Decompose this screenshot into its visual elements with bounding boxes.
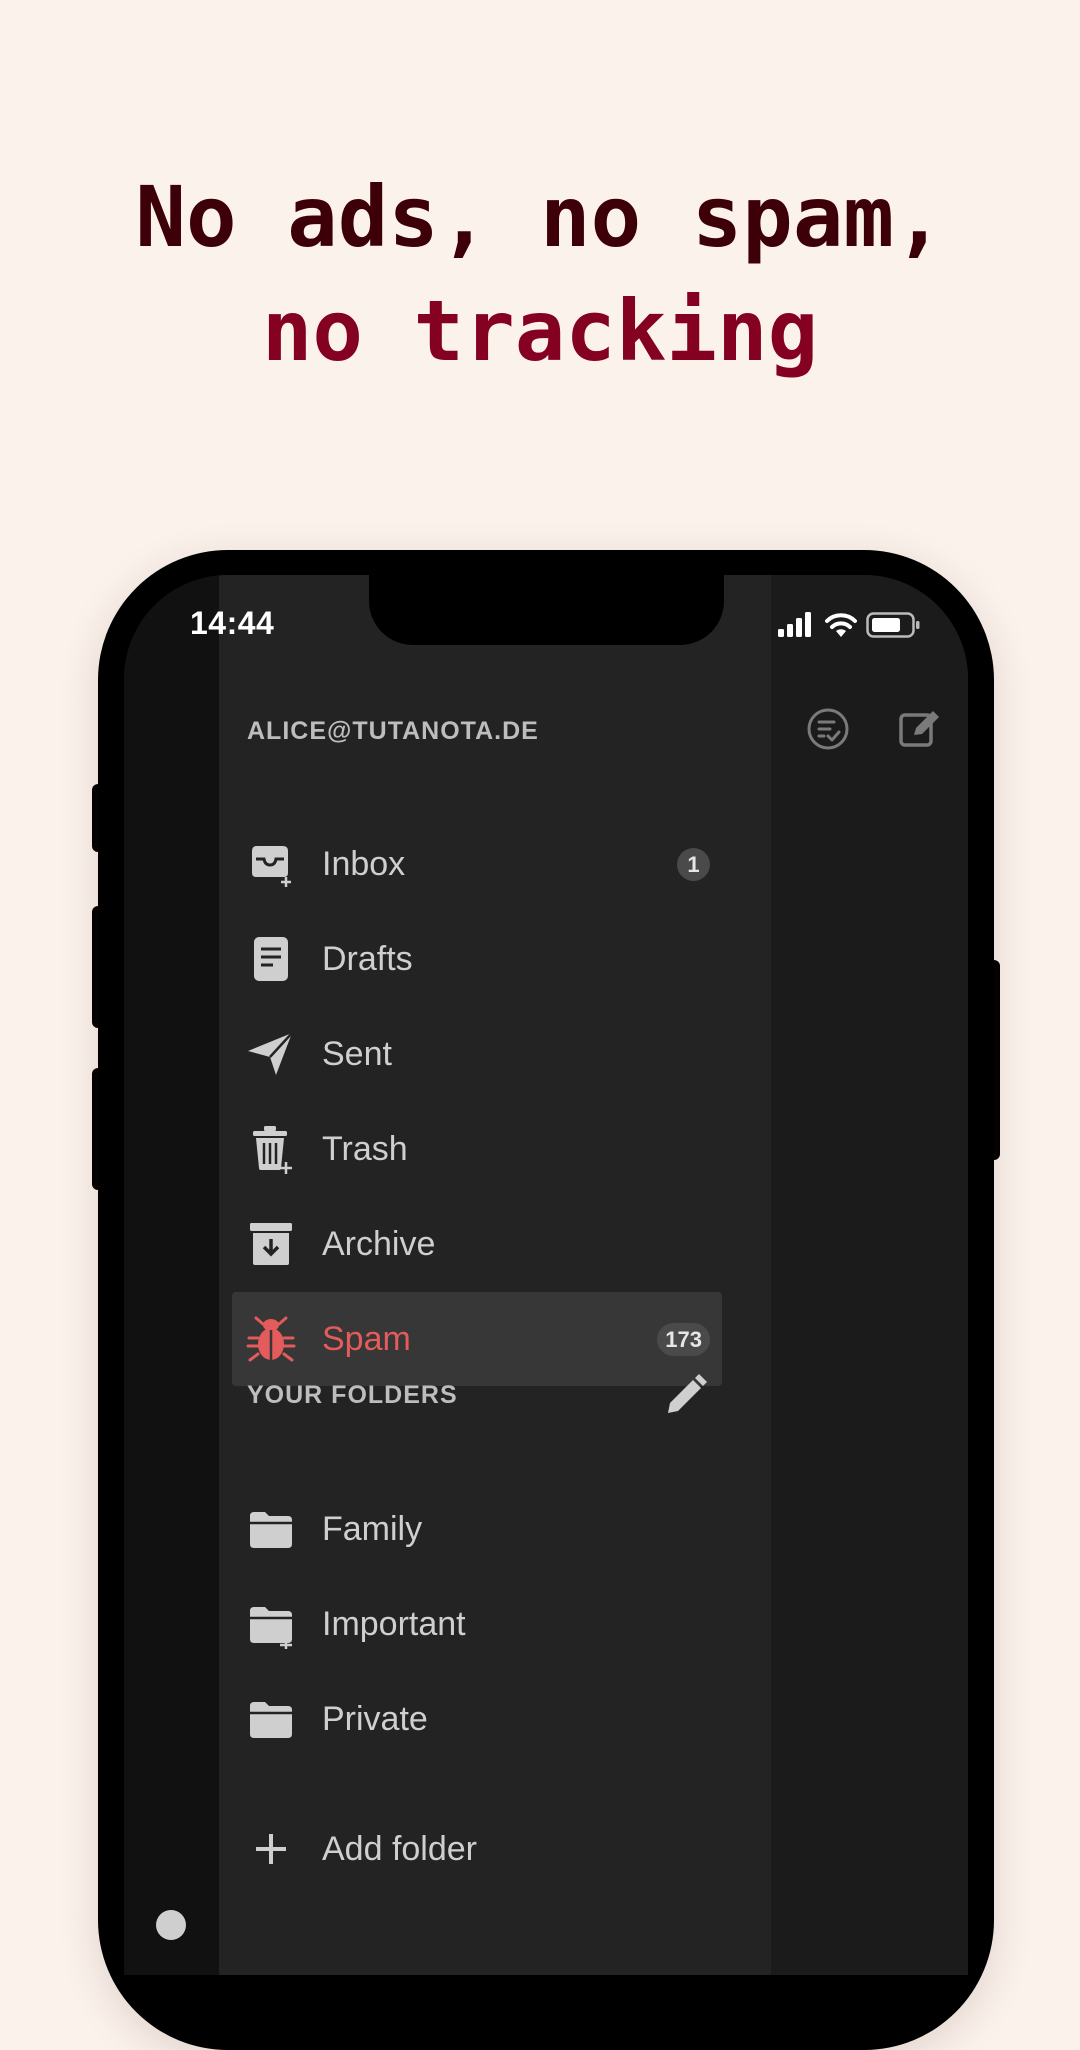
folder-label: Trash xyxy=(322,1130,408,1168)
folder-label: Sent xyxy=(322,1035,392,1073)
signal-icon xyxy=(778,612,811,637)
add-folder-label: Add folder xyxy=(322,1830,477,1868)
wifi-icon xyxy=(825,613,857,637)
folder-item-spam[interactable]: Spam 173 xyxy=(232,1292,722,1386)
folder-item-trash[interactable]: Trash xyxy=(232,1102,722,1196)
folder-label: Archive xyxy=(322,1225,436,1263)
folder-item-important[interactable]: Important xyxy=(232,1577,722,1671)
folder-label: Private xyxy=(322,1700,428,1738)
folder-label: Important xyxy=(322,1605,466,1643)
folder-item-inbox[interactable]: Inbox 1 xyxy=(232,817,722,911)
archive-icon xyxy=(250,1223,292,1265)
unread-badge: 1 xyxy=(677,848,710,881)
folder-item-family[interactable]: Family xyxy=(232,1482,722,1576)
select-all-icon[interactable] xyxy=(804,705,852,753)
folder-item-sent[interactable]: Sent xyxy=(232,1007,722,1101)
compose-icon[interactable] xyxy=(896,705,944,753)
folder-item-archive[interactable]: Archive xyxy=(232,1197,722,1291)
folder-icon xyxy=(250,1607,292,1649)
folder-label: Inbox xyxy=(322,845,406,883)
folder-icon xyxy=(250,1702,292,1738)
headline: No ads, no spam, no tracking xyxy=(0,160,1080,388)
edit-pencil-icon[interactable] xyxy=(664,1373,708,1417)
avatar[interactable] xyxy=(156,1910,186,1940)
folder-icon xyxy=(250,1512,292,1548)
status-time: 14:44 xyxy=(190,605,275,641)
send-icon xyxy=(248,1032,293,1075)
inbox-icon xyxy=(252,846,291,887)
folder-label: Drafts xyxy=(322,940,413,978)
headline-line-1: No ads, no spam, xyxy=(135,168,945,266)
mail-list-area xyxy=(771,575,968,1975)
folder-label: Spam xyxy=(322,1320,411,1358)
battery-icon xyxy=(866,612,920,638)
headline-line-2: no tracking xyxy=(261,282,819,380)
folder-item-private[interactable]: Private xyxy=(232,1672,722,1766)
folder-label: Family xyxy=(322,1510,423,1548)
bug-icon xyxy=(246,1316,296,1362)
unread-badge: 173 xyxy=(657,1323,710,1356)
document-icon xyxy=(254,937,288,981)
trash-icon xyxy=(253,1126,292,1174)
add-folder-button[interactable]: Add folder xyxy=(232,1802,722,1896)
plus-icon xyxy=(256,1834,286,1864)
your-folders-heading: YOUR FOLDERS xyxy=(247,1381,458,1409)
phone-notch xyxy=(369,575,724,645)
phone-screen: 14:44 ALICE@TUTANOTA.DE Inbox 1 Drafts S… xyxy=(124,575,968,1975)
folder-item-drafts[interactable]: Drafts xyxy=(232,912,722,1006)
status-icons xyxy=(776,611,920,641)
background-strip xyxy=(124,575,219,1975)
account-email: ALICE@TUTANOTA.DE xyxy=(247,717,539,745)
